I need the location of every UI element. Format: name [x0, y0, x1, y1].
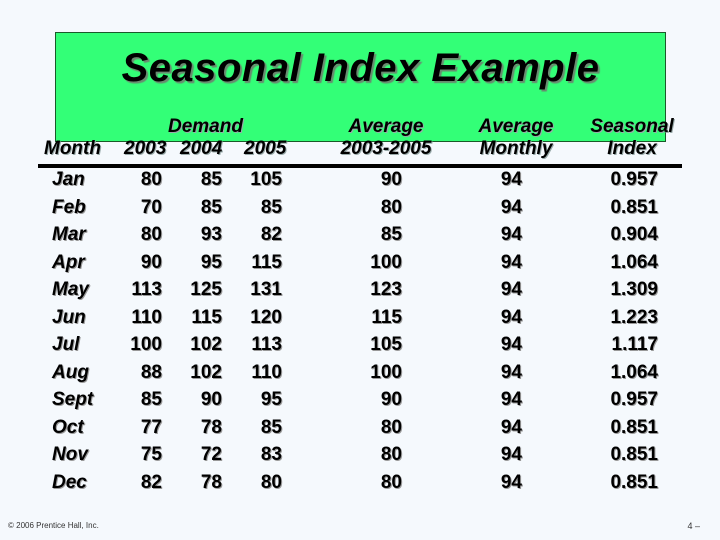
header-monthly-line1: Average: [478, 116, 554, 137]
cell-demand-2003: 110: [131, 306, 162, 328]
cell-seasonal-index: 1.117: [611, 334, 659, 355]
cell-demand-2004: 72: [200, 444, 222, 465]
cell-demand-2005: 85: [260, 416, 282, 438]
cell-demand-2005: 82: [260, 224, 282, 245]
cell-demand-2004: 95: [200, 251, 222, 273]
cell-demand-2003: 88: [140, 361, 162, 383]
cell-average: 85: [380, 224, 402, 245]
cell-average-monthly: 94: [500, 224, 522, 245]
cell-average-monthly: 94: [500, 361, 522, 383]
cell-seasonal-index: 0.957: [610, 169, 658, 190]
cell-month: Jul: [52, 334, 80, 355]
slide-title: Seasonal Index Example: [121, 46, 600, 90]
cell-demand-2003: 77: [140, 416, 162, 438]
cell-demand-2005: 115: [251, 251, 282, 273]
cell-demand-2005: 80: [260, 471, 282, 493]
cell-demand-2004: 78: [200, 416, 222, 438]
cell-demand-2004: 102: [190, 361, 222, 383]
header-year-2004: 2004: [180, 138, 223, 159]
cell-demand-2004: 85: [200, 169, 222, 190]
cell-average-monthly: 94: [500, 251, 522, 273]
cell-average-monthly: 94: [500, 306, 522, 328]
cell-seasonal-index: 0.957: [610, 389, 658, 410]
cell-average: 90: [380, 169, 402, 190]
page-number: 4 –: [687, 521, 700, 531]
copyright-text: © 2006 Prentice Hall, Inc.: [8, 521, 99, 530]
cell-month: Mar: [52, 224, 86, 245]
cell-month: May: [52, 279, 89, 300]
cell-seasonal-index: 1.223: [610, 306, 658, 328]
cell-demand-2003: 80: [140, 169, 162, 190]
cell-month: Jun: [52, 306, 86, 328]
cell-month: Aug: [52, 361, 89, 383]
cell-demand-2004: 102: [190, 334, 222, 355]
cell-demand-2005: 95: [260, 389, 282, 410]
cell-demand-2005: 120: [250, 306, 282, 328]
cell-month: Jan: [52, 169, 85, 190]
cell-month: Oct: [52, 416, 84, 438]
cell-seasonal-index: 0.851: [610, 196, 658, 218]
cell-seasonal-index: 1.309: [610, 279, 658, 300]
cell-month: Feb: [52, 196, 86, 218]
cell-demand-2005: 105: [250, 169, 282, 190]
cell-demand-2005: 110: [251, 361, 282, 383]
cell-demand-2003: 85: [140, 389, 162, 410]
cell-average: 80: [380, 196, 402, 218]
cell-average: 123: [370, 279, 402, 300]
cell-month: Sept: [52, 389, 94, 410]
cell-average-monthly: 94: [500, 471, 522, 493]
cell-demand-2003: 70: [140, 196, 162, 218]
cell-demand-2005: 131: [250, 279, 282, 300]
cell-average: 100: [370, 361, 402, 383]
cell-average-monthly: 94: [500, 334, 522, 355]
header-divider: [38, 164, 682, 168]
cell-average: 105: [370, 334, 402, 355]
cell-average-monthly: 94: [500, 196, 522, 218]
header-average-line1: Average: [348, 116, 424, 137]
cell-seasonal-index: 0.851: [610, 471, 658, 493]
header-average-line2: 2003-2005: [340, 138, 432, 159]
cell-average: 90: [380, 389, 402, 410]
cell-average-monthly: 94: [500, 389, 522, 410]
header-index-line1: Seasonal: [590, 116, 674, 137]
cell-demand-2004: 125: [190, 279, 222, 300]
header-year-2005: 2005: [244, 138, 287, 159]
cell-demand-2005: 113: [251, 334, 282, 355]
cell-seasonal-index: 0.851: [610, 444, 658, 465]
cell-demand-2003: 90: [140, 251, 162, 273]
header-month: Month: [44, 138, 101, 159]
cell-demand-2004: 93: [200, 224, 222, 245]
cell-average: 100: [370, 251, 402, 273]
cell-average-monthly: 94: [500, 279, 522, 300]
header-year-2003: 2003: [124, 138, 167, 159]
cell-average-monthly: 94: [500, 444, 522, 465]
cell-average-monthly: 94: [500, 416, 522, 438]
cell-average: 80: [380, 416, 402, 438]
cell-demand-2003: 82: [140, 471, 162, 493]
cell-demand-2004: 85: [200, 196, 222, 218]
cell-demand-2004: 78: [200, 471, 222, 493]
cell-demand-2003: 80: [140, 224, 162, 245]
cell-month: Apr: [52, 251, 85, 273]
cell-demand-2005: 85: [260, 196, 282, 218]
header-monthly-line2: Monthly: [479, 138, 553, 159]
cell-average: 115: [371, 306, 402, 328]
cell-average-monthly: 94: [500, 169, 522, 190]
cell-average: 80: [380, 471, 402, 493]
cell-seasonal-index: 0.904: [610, 224, 658, 245]
cell-demand-2003: 100: [130, 334, 162, 355]
header-index-line2: Index: [607, 138, 657, 159]
cell-month: Nov: [52, 444, 88, 465]
cell-demand-2004: 90: [200, 389, 222, 410]
header-demand: Demand: [168, 116, 243, 137]
cell-demand-2004: 115: [191, 306, 222, 328]
cell-seasonal-index: 0.851: [610, 416, 658, 438]
cell-demand-2003: 75: [140, 444, 162, 465]
cell-demand-2003: 113: [131, 279, 162, 300]
cell-average: 80: [380, 444, 402, 465]
cell-demand-2005: 83: [260, 444, 282, 465]
cell-seasonal-index: 1.064: [610, 251, 658, 273]
cell-month: Dec: [52, 471, 87, 493]
cell-seasonal-index: 1.064: [610, 361, 658, 383]
